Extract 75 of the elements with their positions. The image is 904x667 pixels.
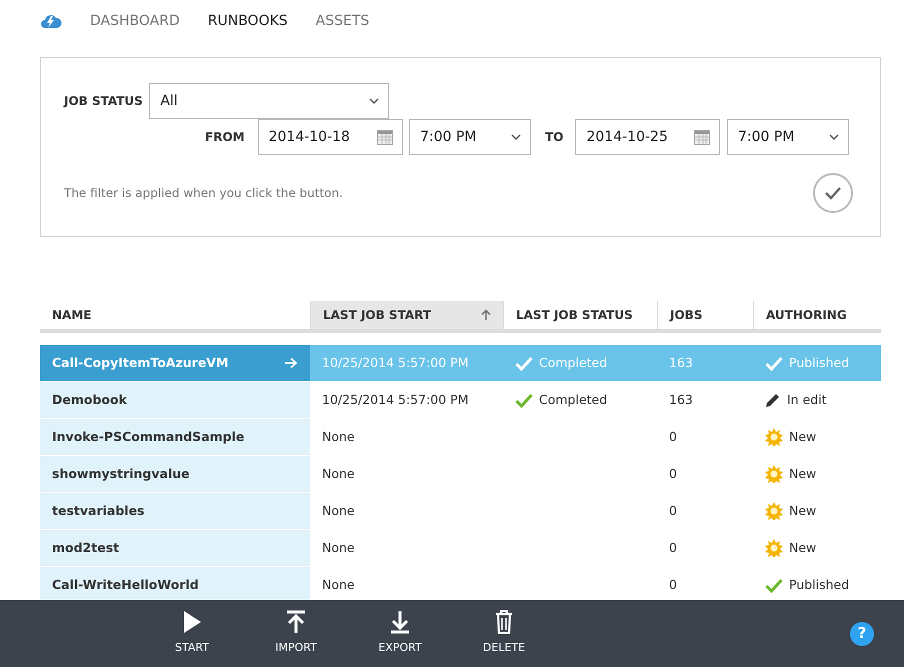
- table-cell-text: 10/25/2014 5:57:00 PM: [322, 390, 469, 409]
- calendar-icon: [376, 130, 393, 144]
- command-button[interactable]: DELETE: [482, 610, 526, 657]
- sort-arrow-icon: [481, 309, 491, 321]
- table-cell-text: 163: [669, 354, 693, 372]
- table-row[interactable]: Invoke-PSCommandSample None 0 New: [40, 419, 881, 456]
- table-cell-text: None: [322, 502, 355, 520]
- sun-icon: [765, 428, 783, 446]
- table-cell-text: 0: [669, 576, 677, 594]
- table-cell-text: New: [789, 464, 816, 483]
- table-cell-text: None: [322, 464, 355, 483]
- check-icon: [515, 392, 533, 408]
- table-cell-text: Published: [789, 576, 850, 594]
- chevron-icon: [511, 134, 522, 140]
- table-cell-text: 0: [669, 428, 677, 446]
- filter-hint: The filter is applied when you click the button.: [64, 185, 343, 202]
- table-cell-text: 0: [669, 464, 677, 483]
- check-icon: [765, 578, 783, 592]
- table-cell-text: 10/25/2014 5:57:00 PM: [322, 354, 469, 372]
- nav-tab[interactable]: DASHBOARD: [90, 10, 180, 32]
- calendar-icon: [694, 130, 710, 144]
- trash-icon: [495, 610, 513, 634]
- table-cell-text: 0: [669, 538, 677, 557]
- nav-tab[interactable]: RUNBOOKS: [208, 10, 288, 32]
- table-row[interactable]: testvariables None 0 New: [40, 493, 881, 530]
- command-button[interactable]: IMPORT: [274, 610, 318, 657]
- column-header[interactable]: AUTHORING: [753, 301, 881, 329]
- table-cell-text: New: [789, 502, 816, 520]
- table-cell-text: Completed: [539, 390, 608, 409]
- table-cell-text: Published: [789, 354, 850, 372]
- job-status-label: JOB STATUS: [64, 93, 143, 110]
- check-icon: [824, 186, 842, 200]
- table-cell-text: New: [789, 538, 816, 557]
- chevron-icon: [828, 134, 839, 140]
- table-cell-text: New: [789, 428, 816, 446]
- date-field[interactable]: 2014-10-18: [258, 119, 403, 155]
- sun-icon: [765, 465, 783, 483]
- from-label: FROM: [205, 129, 245, 146]
- check-icon: [765, 356, 783, 370]
- date-field[interactable]: 2014-10-25: [575, 119, 720, 155]
- table-cell-text: None: [322, 428, 355, 446]
- sun-icon: [765, 539, 783, 557]
- play-icon: [182, 610, 202, 634]
- download-icon: [390, 610, 410, 634]
- column-header[interactable]: JOBS: [657, 301, 753, 329]
- table-cell-text: Completed: [539, 354, 608, 372]
- arrow-icon[interactable]: [284, 357, 298, 369]
- table-cell-text: 163: [669, 390, 693, 409]
- table-cell-text: None: [322, 538, 355, 557]
- nav-tab[interactable]: ASSETS: [316, 10, 370, 32]
- chevron-icon: [369, 98, 380, 104]
- time-dropdown[interactable]: 7:00 PM: [726, 119, 849, 155]
- upload-icon: [286, 610, 306, 634]
- table-cell-text: In edit: [787, 390, 827, 409]
- runbook-name[interactable]: Demobook: [52, 390, 127, 410]
- table-cell-text: None: [322, 576, 355, 594]
- cloud-logo-icon: [40, 13, 62, 29]
- table-cell-text: 0: [669, 502, 677, 520]
- apply-filter-button[interactable]: [813, 173, 853, 213]
- command-button[interactable]: START: [170, 610, 214, 657]
- table-row[interactable]: showmystringvalue None 0 New: [40, 456, 881, 493]
- time-dropdown[interactable]: 7:00 PM: [409, 119, 532, 155]
- column-header[interactable]: LAST JOB START: [310, 301, 503, 329]
- table-row[interactable]: Demobook 10/25/2014 5:57:00 PM Completed 163 In edit: [40, 382, 881, 419]
- runbook-name[interactable]: testvariables: [52, 502, 144, 520]
- column-header[interactable]: NAME: [40, 301, 310, 329]
- sun-icon: [765, 502, 783, 520]
- table-row[interactable]: mod2test None 0 New: [40, 530, 881, 567]
- command-button[interactable]: EXPORT: [378, 610, 422, 657]
- to-label: TO: [545, 129, 564, 146]
- pencil-icon: [765, 392, 781, 408]
- check-icon: [515, 356, 533, 370]
- column-header[interactable]: LAST JOB STATUS: [503, 301, 657, 329]
- runbook-name[interactable]: mod2test: [52, 538, 120, 558]
- job-status-dropdown[interactable]: All: [149, 83, 390, 119]
